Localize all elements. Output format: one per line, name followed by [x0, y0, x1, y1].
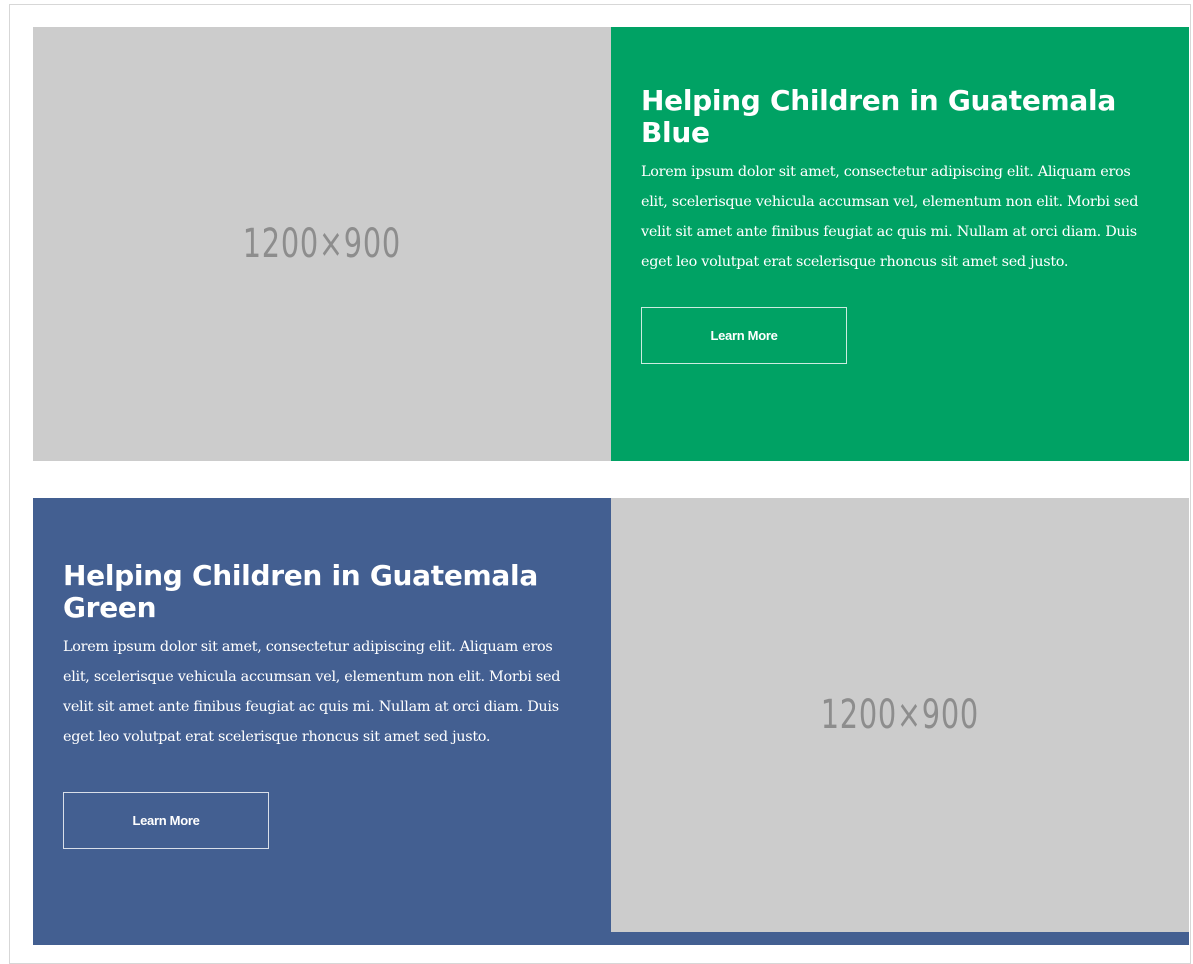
feature-body-text: Lorem ipsum dolor sit amet, consectetur …	[63, 639, 561, 745]
feature-row-guatemala-blue: 1200×900 Helping Children in Guatemala B…	[33, 27, 1189, 461]
placeholder-dimensions: 1200×900	[242, 221, 402, 267]
placeholder-dimensions: 1200×900	[820, 692, 980, 738]
image-placeholder: 1200×900	[611, 498, 1189, 932]
feature-row-guatemala-green: Helping Children in Guatemala Green Lore…	[33, 498, 1189, 945]
learn-more-button[interactable]: Learn More	[641, 307, 847, 364]
image-placeholder: 1200×900	[33, 27, 611, 461]
learn-more-button[interactable]: Learn More	[63, 792, 269, 849]
feature-heading: Helping Children in Guatemala Blue	[641, 84, 1116, 149]
content-panel-blue: Helping Children in Guatemala Green Lore…	[33, 498, 611, 945]
feature-heading: Helping Children in Guatemala Green	[63, 559, 538, 624]
content-panel-green: Helping Children in Guatemala Blue Lorem…	[611, 27, 1189, 461]
feature-body-text: Lorem ipsum dolor sit amet, consectetur …	[641, 164, 1139, 270]
